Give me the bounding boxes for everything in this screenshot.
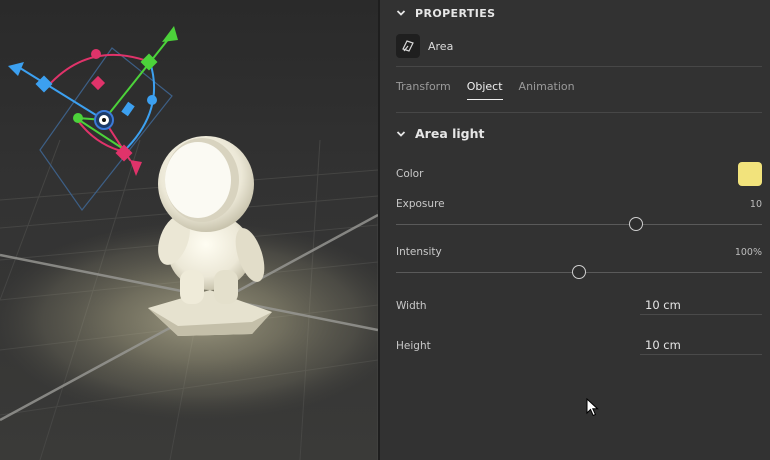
tab-bar: Transform Object Animation [396,80,575,100]
tab-animation[interactable]: Animation [519,80,575,100]
object-name: Area [428,39,454,53]
chevron-down-icon [396,10,406,16]
divider [396,112,762,113]
area-light-header[interactable]: Area light [396,126,485,141]
exposure-slider-thumb[interactable] [629,217,644,231]
cursor-icon [586,398,599,417]
intensity-label: Intensity [396,246,442,258]
transform-gizmo [8,26,178,176]
properties-title: PROPERTIES [415,6,496,20]
area-light-icon [396,34,420,58]
width-field[interactable]: 10 cm [640,295,762,315]
viewport-3d[interactable] [0,0,378,460]
properties-header[interactable]: PROPERTIES [396,5,495,21]
divider [396,66,762,67]
height-field[interactable]: 10 cm [640,335,762,355]
character-model [148,136,272,336]
area-light-title: Area light [415,126,485,141]
chevron-down-icon [396,130,406,137]
tab-transform[interactable]: Transform [396,80,451,100]
width-label: Width [396,300,427,312]
intensity-slider-thumb[interactable] [572,265,586,279]
height-label: Height [396,340,431,352]
exposure-label: Exposure [396,198,445,210]
intensity-value: 100% [734,247,762,258]
tab-object[interactable]: Object [466,80,503,100]
color-swatch[interactable] [738,162,762,186]
exposure-value: 10 [749,199,762,210]
exposure-slider-track[interactable] [396,224,762,225]
color-label: Color [396,168,424,180]
selected-object: Area [396,34,453,58]
properties-panel: PROPERTIES Area Transform Object Animati… [380,0,770,460]
viewport-scene [0,26,378,460]
